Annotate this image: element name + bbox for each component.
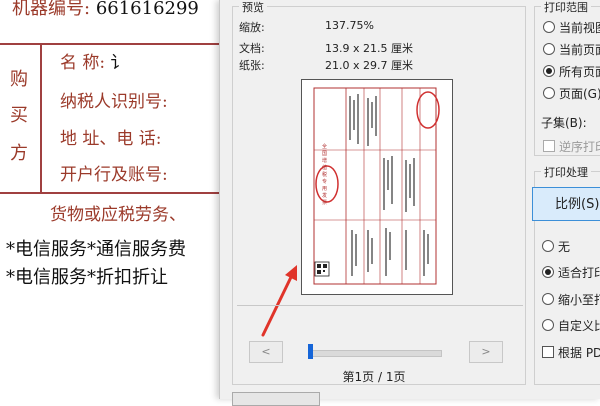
page-indicator: 第1页 / 1页 [342,370,406,384]
paper-size-value: 21.0 x 29.7 厘米 [325,59,413,72]
zoom-label: 缩放: [239,21,265,34]
print-preview-page: 全国增值税专用发票 [301,79,453,295]
page-slider-track[interactable] [308,350,442,357]
machine-number-label: 机器编号: [12,0,91,19]
range-current-page-label: 当前页面 [559,43,600,57]
buyer-name-value: 讠 [110,53,128,73]
bank-account-field: 开户行及账号: [60,165,168,185]
range-all-pages-label: 所有页面 [559,65,600,79]
scale-fit-label: 适合打印 [558,266,600,280]
print-dialog: 预览 缩放: 137.75% 文档: 13.9 x 21.5 厘米 纸张: 21… [219,0,600,406]
range-pages-label: 页面(G) [559,87,600,101]
radio-scale-custom[interactable] [542,319,554,331]
scale-shrink-label: 缩小至打 [558,293,600,307]
document-size-value: 13.9 x 21.5 厘米 [325,42,413,55]
print-range-group: 打印范围 当前视图 当前页面 所有页面 页面(G) 子集(B): 逆序打印 [534,0,600,156]
print-handling-options: 无 适合打印 缩小至打 自定义比 根据 PD [534,171,600,383]
range-current-view-option[interactable]: 当前视图 [543,19,600,36]
range-pages-option[interactable]: 页面(G) [543,85,600,102]
goods-header: 货物或应税劳务、 [50,205,186,225]
taxpayer-id-field: 纳税人识别号: [60,92,168,112]
pdf-page-size-option[interactable]: 根据 PD [542,344,600,361]
buyer-name-label: 名 称: [60,53,106,73]
range-all-pages-option[interactable]: 所有页面 [543,63,600,80]
next-page-button[interactable]: > [469,341,503,363]
buyer-char-1: 购 [10,69,28,90]
page-slider-thumb[interactable] [308,344,313,359]
invoice-item-1: *电信服务*通信服务费 [6,239,186,260]
pdf-page-size-checkbox[interactable] [542,346,554,358]
range-current-view-label: 当前视图 [559,21,600,35]
machine-number-value: 661616299 [95,0,199,19]
invoice-item-2: *电信服务*折扣折让 [6,267,168,288]
document-size-label: 文档: [239,42,265,55]
buyer-char-3: 方 [10,143,28,164]
reverse-order-label: 逆序打印 [559,140,600,154]
red-arrow-annotation [261,265,297,337]
range-current-page-option[interactable]: 当前页面 [543,41,600,58]
invoice-document-background: 机器编号: 661616299 购 买 方 名 称: 讠 纳税人识别号: 地 址… [0,0,225,399]
reverse-order-checkbox[interactable] [543,140,555,152]
bottom-dialog-button[interactable] [232,392,320,406]
scale-custom-label: 自定义比 [558,319,600,333]
scale-shrink-option[interactable]: 缩小至打 [542,291,600,308]
invoice-machine-number: 机器编号: 661616299 [12,0,199,20]
radio-scale-fit[interactable] [542,266,554,278]
radio-all-pages[interactable] [543,65,555,77]
subset-label: 子集(B): [541,116,587,130]
print-range-title: 打印范围 [541,0,591,15]
thumbnail-invoice-title: 全国增值税专用发票 [322,144,328,206]
scale-fit-option[interactable]: 适合打印 [542,264,600,281]
buyer-column: 购 买 方 [0,43,42,194]
preview-group-title: 预览 [239,0,267,15]
buyer-char-2: 买 [10,105,28,126]
scale-custom-option[interactable]: 自定义比 [542,317,600,334]
pdf-page-size-label: 根据 PD [558,346,600,360]
invoice-bottom-rule [0,192,225,194]
radio-current-view[interactable] [543,21,555,33]
radio-pages[interactable] [543,87,555,99]
zoom-value: 137.75% [325,19,374,32]
paper-size-label: 纸张: [239,59,265,72]
previous-page-button[interactable]: < [249,341,283,363]
address-phone-field: 地 址、电 话: [60,129,162,149]
scale-none-option[interactable]: 无 [542,238,570,255]
preview-group: 预览 缩放: 137.75% 文档: 13.9 x 21.5 厘米 纸张: 21… [232,0,526,385]
scale-none-label: 无 [558,240,571,254]
preview-separator [237,305,523,306]
buyer-name-field: 名 称: 讠 [60,48,128,73]
radio-current-page[interactable] [543,43,555,55]
reverse-order-option[interactable]: 逆序打印 [543,138,600,155]
radio-scale-none[interactable] [542,240,554,252]
radio-scale-shrink[interactable] [542,293,554,305]
